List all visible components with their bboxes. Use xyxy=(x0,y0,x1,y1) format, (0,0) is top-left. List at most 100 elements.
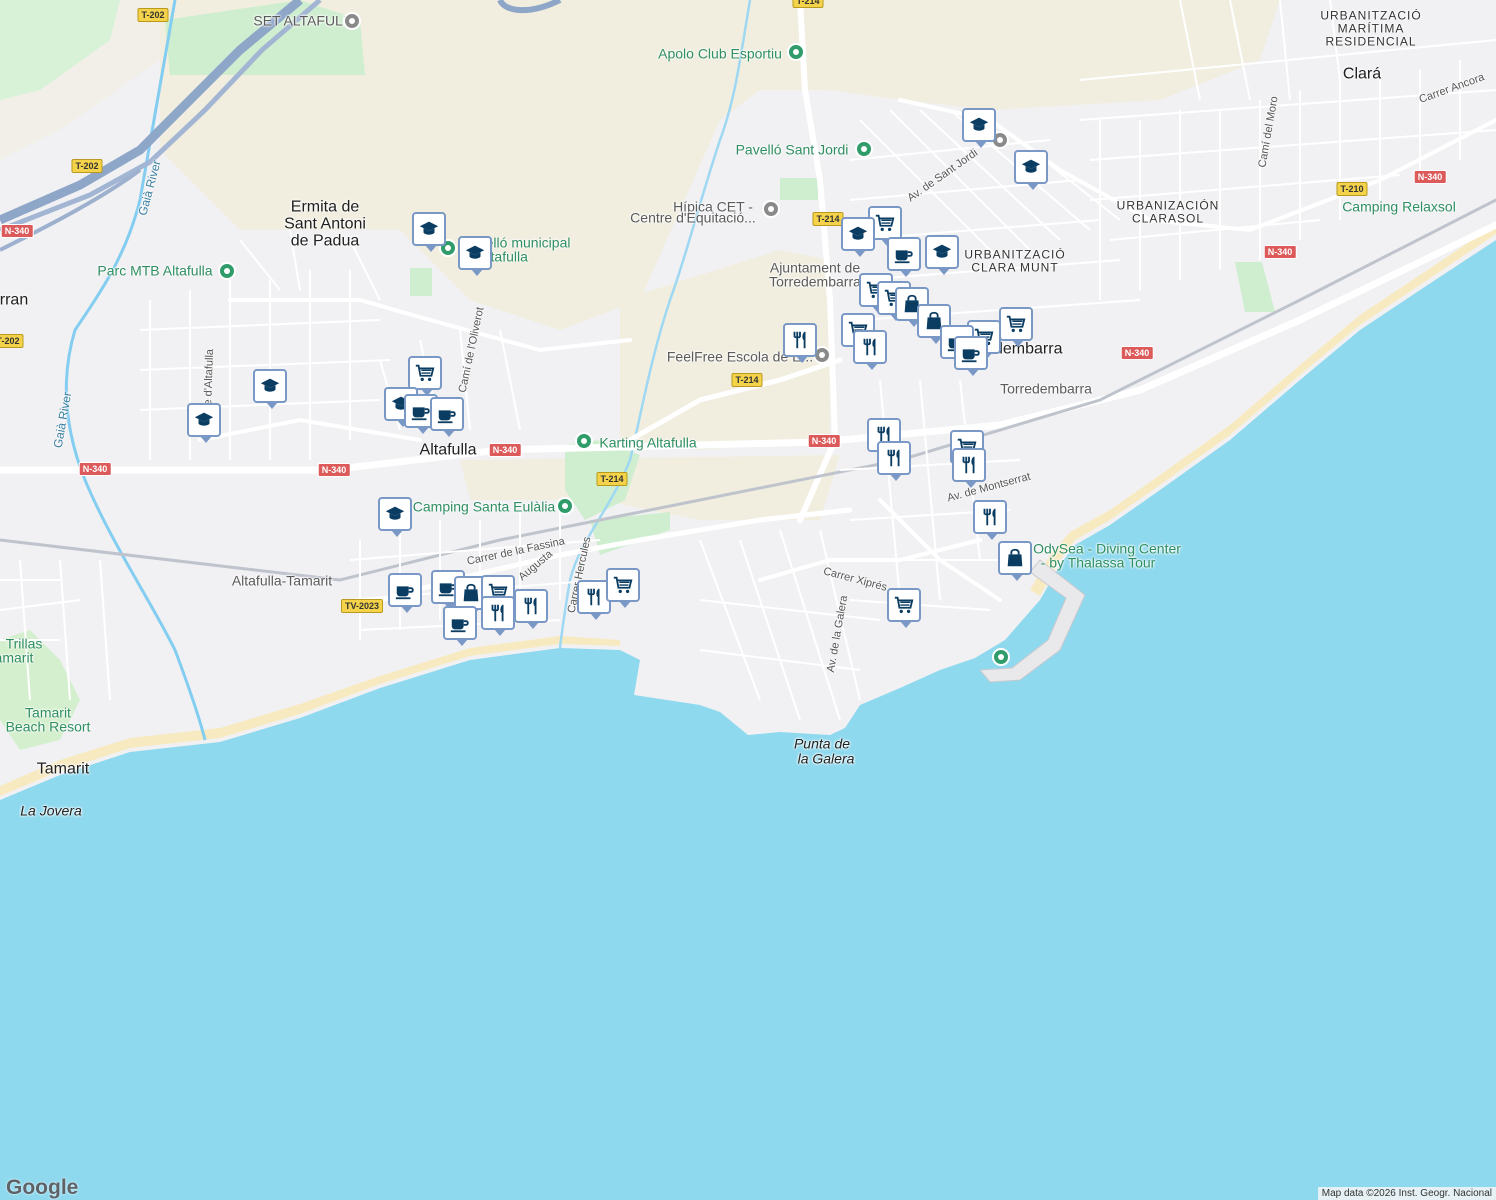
pin-school[interactable] xyxy=(412,212,446,252)
road-shield: T-214 xyxy=(596,472,628,486)
school-icon xyxy=(848,226,868,240)
pin-school[interactable] xyxy=(253,369,287,409)
cafe-icon xyxy=(894,250,913,264)
pin-shop[interactable] xyxy=(606,568,640,608)
road-shield: T-202 xyxy=(137,8,169,22)
cafe-icon xyxy=(450,619,469,633)
road-shield: N-340 xyxy=(1413,170,1447,184)
place-icon[interactable] xyxy=(992,648,1010,666)
map-label-tamarit-beach-2: Beach Resort xyxy=(5,718,91,735)
museum-icon[interactable] xyxy=(343,12,361,30)
place-icon[interactable] xyxy=(762,200,780,218)
restaurant-icon xyxy=(962,456,975,474)
school-icon xyxy=(194,412,214,426)
map-label-odysea-2: - by Thalassa Tour xyxy=(1040,554,1156,571)
map-label-torredembarra-station: Torredembarra xyxy=(1000,380,1092,397)
map-label-clara: Clará xyxy=(1342,65,1382,83)
map-label-set-altafull: SET ALTAFULL xyxy=(253,12,351,29)
restaurant-icon xyxy=(887,449,900,467)
road-shield: T-202 xyxy=(71,159,103,173)
map-label-ermita-3: de Padua xyxy=(290,232,360,250)
map-label-ermita-2: Sant Antoni xyxy=(284,215,366,233)
map-label-punta-galera-1: Punta de xyxy=(793,735,851,752)
road-shield: N-340 xyxy=(807,434,841,448)
map-attribution[interactable]: Map data ©2026 Inst. Geogr. Nacional xyxy=(1317,1187,1496,1200)
map-label-camping-santa-eulalia: Camping Santa Eulàlia xyxy=(412,498,556,515)
road-shield: T-214 xyxy=(792,0,824,8)
pin-food[interactable] xyxy=(877,441,911,481)
school-icon xyxy=(419,221,439,235)
restaurant-icon xyxy=(983,508,996,526)
pin-cafe[interactable] xyxy=(887,237,921,277)
shopping-bag-icon xyxy=(1007,548,1023,567)
map-label-tamarit: Tamarit xyxy=(36,760,90,778)
pin-school[interactable] xyxy=(925,235,959,275)
park-area xyxy=(410,268,432,296)
school-icon xyxy=(260,378,280,392)
shopping-cart-icon xyxy=(875,214,895,232)
pin-food[interactable] xyxy=(783,323,817,363)
park-icon[interactable] xyxy=(218,262,236,280)
road-shield: TV-2023 xyxy=(340,599,384,613)
pin-school[interactable] xyxy=(378,497,412,537)
park-area xyxy=(780,178,818,200)
shopping-cart-icon xyxy=(613,576,633,594)
road-shield: T-214 xyxy=(812,212,844,226)
pin-shop[interactable] xyxy=(408,356,442,396)
sports-icon[interactable] xyxy=(787,43,805,61)
cafe-icon xyxy=(437,410,456,424)
school-icon xyxy=(465,245,485,259)
map-label-parc-mtb: Parc MTB Altafulla xyxy=(97,262,213,279)
map-label-pavello: Pavelló Sant Jordi xyxy=(735,141,849,158)
sports-icon[interactable] xyxy=(575,432,593,450)
map-label-trillas-2: amarit xyxy=(0,649,34,666)
road-shield: T-210 xyxy=(1336,182,1368,196)
map-label-altafulla: Altafulla xyxy=(419,441,477,459)
pin-school[interactable] xyxy=(841,217,875,257)
map-label-ermita-1: Ermita de xyxy=(290,198,360,216)
map-label-ferran: rran xyxy=(0,291,29,309)
pin-cafe[interactable] xyxy=(443,606,477,646)
restaurant-icon xyxy=(793,331,806,349)
road-shield: T-214 xyxy=(731,373,763,387)
road-shield: N-340 xyxy=(1263,245,1297,259)
sports-icon[interactable] xyxy=(855,140,873,158)
pin-school[interactable] xyxy=(962,108,996,148)
pin-shop[interactable] xyxy=(887,588,921,628)
pin-cafe[interactable] xyxy=(388,573,422,613)
cafe-icon xyxy=(961,349,980,363)
map-label-urb-maritima-3: RESIDENCIAL xyxy=(1325,34,1417,49)
shopping-cart-icon xyxy=(1006,315,1026,333)
school-icon xyxy=(969,117,989,131)
pin-school[interactable] xyxy=(1014,150,1048,190)
restaurant-icon xyxy=(524,597,537,615)
restaurant-icon xyxy=(491,604,504,622)
pin-cafe[interactable] xyxy=(954,336,988,376)
pin-food[interactable] xyxy=(481,596,515,636)
pin-cafe[interactable] xyxy=(430,397,464,437)
school-icon xyxy=(1021,159,1041,173)
map-label-karting: Karting Altafulla xyxy=(599,434,697,451)
camping-icon[interactable] xyxy=(556,497,574,515)
school-icon xyxy=(932,244,952,258)
pin-food[interactable] xyxy=(973,500,1007,540)
road-shield: N-340 xyxy=(0,224,34,238)
pin-school[interactable] xyxy=(187,403,221,443)
pin-food[interactable] xyxy=(514,589,548,629)
pin-food[interactable] xyxy=(853,330,887,370)
pin-school[interactable] xyxy=(458,236,492,276)
map-label-hipica-2: Centre d'Equitació... xyxy=(630,209,756,226)
road-shield: T-202 xyxy=(0,334,24,348)
pin-bag[interactable] xyxy=(998,541,1032,581)
cafe-icon xyxy=(395,586,414,600)
road-shield: N-340 xyxy=(317,463,351,477)
map-label-apolo: Apolo Club Esportiu xyxy=(658,45,782,62)
pin-shop[interactable] xyxy=(999,307,1033,347)
map-canvas[interactable]: SET ALTAFULL Apolo Club Esportiu URBANITZA… xyxy=(0,0,1496,1200)
map-label-ajuntament-2: Torredembarra xyxy=(769,273,861,290)
pin-food[interactable] xyxy=(952,448,986,488)
school-icon xyxy=(385,506,405,520)
restaurant-icon xyxy=(863,338,876,356)
shopping-bag-icon xyxy=(463,583,479,602)
road-shield: N-340 xyxy=(1120,346,1154,360)
